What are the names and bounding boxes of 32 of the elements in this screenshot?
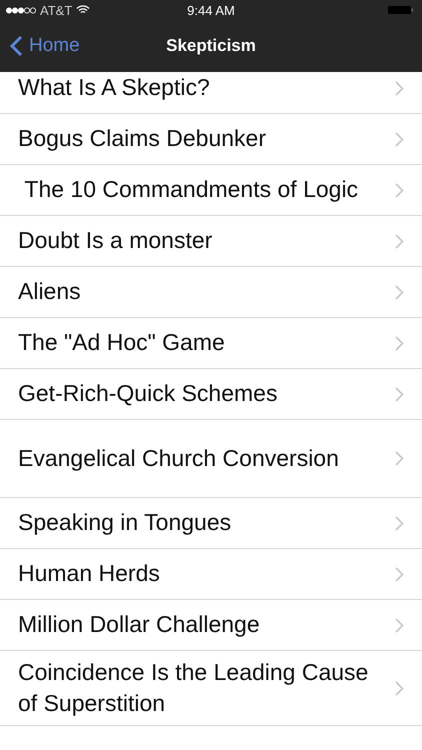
chevron-right-icon	[395, 451, 404, 466]
list-item[interactable]: What Is A Skeptic?	[0, 72, 422, 114]
battery-icon	[388, 5, 414, 15]
chevron-right-icon	[395, 336, 404, 350]
list-item[interactable]: Doubt Is a monster	[0, 216, 422, 267]
chevron-right-icon	[395, 284, 404, 300]
list-item[interactable]: The "Ad Hoc" Game	[0, 318, 422, 369]
chevron-right-icon	[395, 182, 404, 198]
list-item[interactable]: The 10 Commandments of Logic	[0, 165, 422, 216]
list-item[interactable]: Aliens	[0, 267, 422, 318]
chevron-right-icon	[395, 566, 404, 582]
carrier-name: AT&T	[40, 2, 72, 18]
back-button[interactable]: Home	[0, 35, 80, 57]
nav-title: Skepticism	[166, 36, 256, 56]
chevron-right-icon	[395, 234, 404, 248]
list-item[interactable]: Coincidence Is the Leading Cause of Superstition	[0, 651, 422, 726]
chevron-right-icon	[395, 680, 404, 696]
list-item[interactable]: Bogus Claims Debunker	[0, 114, 422, 165]
wifi-icon	[76, 5, 90, 15]
chevron-right-icon	[395, 618, 404, 632]
chevron-left-icon	[10, 35, 23, 57]
chevron-right-icon	[395, 516, 404, 530]
chevron-right-icon	[395, 132, 404, 146]
status-time: 9:44 AM	[187, 2, 235, 18]
list-item[interactable]: Evangelical Church Conversion	[0, 420, 422, 498]
chevron-right-icon	[395, 80, 404, 96]
chevron-right-icon	[395, 386, 404, 402]
list-item[interactable]: Million Dollar Challenge	[0, 600, 422, 651]
list-item[interactable]: Human Herds	[0, 549, 422, 600]
list-item[interactable]: Get-Rich-Quick Schemes	[0, 369, 422, 420]
signal-icon	[6, 6, 36, 14]
list-item[interactable]: Speaking in Tongues	[0, 498, 422, 549]
